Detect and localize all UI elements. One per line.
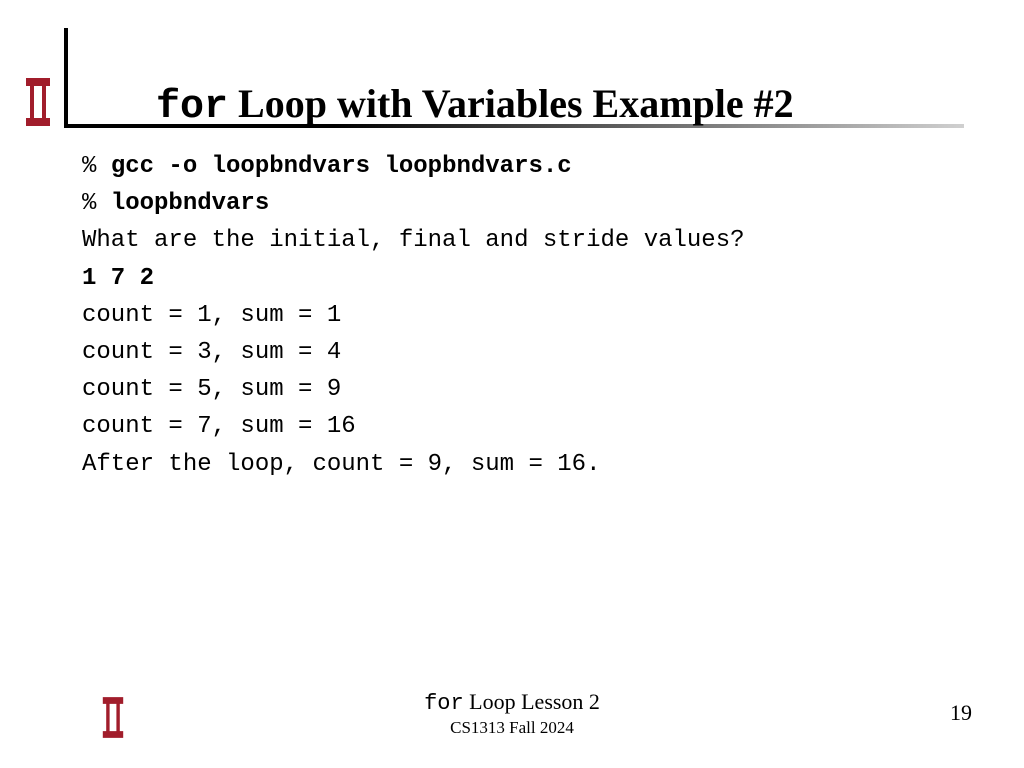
- output-line: count = 1, sum = 1: [82, 302, 341, 329]
- title-keyword: for: [156, 85, 228, 130]
- title-rest: Loop with Variables Example #2: [228, 81, 794, 126]
- ou-logo-top-icon: [18, 72, 58, 132]
- command: loopbndvars: [111, 190, 269, 217]
- footer-course: CS1313 Fall 2024: [0, 718, 1024, 738]
- title-area: for Loop with Variables Example #2: [64, 28, 964, 134]
- output-line: After the loop, count = 9, sum = 16.: [82, 451, 600, 478]
- footer-rest: Loop Lesson 2: [464, 689, 600, 714]
- output-line: count = 7, sum = 16: [82, 413, 356, 440]
- output-line: count = 5, sum = 9: [82, 376, 341, 403]
- command: gcc -o loopbndvars loopbndvars.c: [111, 153, 572, 180]
- prompt: %: [82, 190, 111, 217]
- prompt: %: [82, 153, 111, 180]
- page-number: 19: [950, 700, 972, 726]
- title-rule-vertical: [64, 28, 68, 128]
- output-line: What are the initial, final and stride v…: [82, 227, 745, 254]
- footer-title: for Loop Lesson 2: [0, 689, 1024, 716]
- slide: for Loop with Variables Example #2 % gcc…: [0, 0, 1024, 768]
- output-line: count = 3, sum = 4: [82, 339, 341, 366]
- footer-keyword: for: [424, 691, 464, 716]
- input-line: 1 7 2: [82, 265, 154, 292]
- code-output: % gcc -o loopbndvars loopbndvars.c % loo…: [82, 148, 745, 483]
- slide-title: for Loop with Variables Example #2: [156, 80, 794, 130]
- slide-footer: for Loop Lesson 2 CS1313 Fall 2024: [0, 689, 1024, 738]
